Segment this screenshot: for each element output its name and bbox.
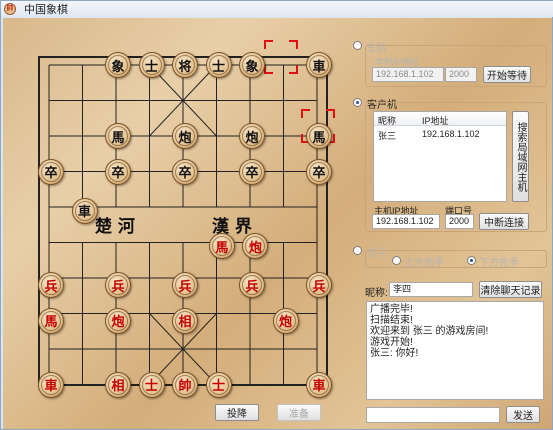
search-lan-hosts-button[interactable]: 搜索局域网主机 xyxy=(512,111,529,202)
nickname-label: 昵称: xyxy=(365,288,388,299)
resign-button[interactable]: 投降 xyxy=(215,404,259,421)
black-piece[interactable]: 士 xyxy=(205,52,232,78)
black-piece[interactable]: 車 xyxy=(71,197,98,224)
top-first-label: 上方先手 xyxy=(404,258,444,269)
red-piece[interactable]: 士 xyxy=(138,371,165,398)
black-piece[interactable]: 馬 xyxy=(105,123,131,149)
app-window: 帥 中国象棋 楚 河 漢 界 象士将士象車馬炮炮馬卒卒卒卒卒車馬炮兵兵兵兵兵馬炮… xyxy=(0,0,553,430)
red-piece[interactable]: 馬 xyxy=(208,233,235,260)
red-piece[interactable]: 車 xyxy=(38,371,64,398)
host-ip-field[interactable]: 192.168.1.102 xyxy=(372,67,444,82)
clear-chat-button[interactable]: 清除聊天记录 xyxy=(479,281,542,298)
chat-message: 游戏开始! xyxy=(370,337,413,348)
client-area: 楚 河 漢 界 象士将士象車馬炮炮馬卒卒卒卒卒車馬炮兵兵兵兵兵馬炮相炮車相士帥士… xyxy=(3,18,552,429)
red-piece[interactable]: 兵 xyxy=(306,272,332,299)
client-mode-radio[interactable] xyxy=(353,98,362,107)
black-piece[interactable]: 卒 xyxy=(239,158,265,185)
host-list[interactable]: 昵称 IP地址 张三 192.168.1.102 xyxy=(373,111,507,202)
chat-log[interactable]: 广播完毕! 扫描结束! 欢迎来到 张三 的游戏房间! 游戏开始! 张三: 你好! xyxy=(366,301,544,400)
red-piece[interactable]: 兵 xyxy=(239,272,265,299)
column-ip[interactable]: IP地址 xyxy=(422,114,449,127)
window-title: 中国象棋 xyxy=(24,4,68,16)
host-row-ip[interactable]: 192.168.1.102 xyxy=(422,129,480,139)
chat-message: 扫描结束! xyxy=(370,315,413,326)
red-piece[interactable]: 炮 xyxy=(272,307,299,334)
black-piece[interactable]: 炮 xyxy=(172,123,198,149)
black-piece[interactable]: 炮 xyxy=(239,123,265,149)
black-piece[interactable]: 象 xyxy=(239,52,265,78)
black-piece[interactable]: 卒 xyxy=(38,158,64,185)
red-piece[interactable]: 相 xyxy=(105,371,131,398)
red-piece[interactable]: 兵 xyxy=(172,272,198,299)
black-piece[interactable]: 車 xyxy=(306,52,332,78)
host-mode-radio[interactable] xyxy=(353,41,362,50)
red-piece[interactable]: 兵 xyxy=(38,272,64,299)
host-port-field[interactable]: 2000 xyxy=(445,67,477,82)
chat-message: 欢迎来到 张三 的游戏房间! xyxy=(370,326,489,337)
red-piece[interactable]: 兵 xyxy=(105,272,131,299)
black-piece[interactable]: 士 xyxy=(138,52,165,78)
title-bar: 帥 中国象棋 xyxy=(1,1,553,17)
ready-button[interactable]: 准备 xyxy=(277,404,321,421)
red-piece[interactable]: 相 xyxy=(172,307,198,334)
disconnect-button[interactable]: 中断连接 xyxy=(479,213,529,230)
chat-input[interactable] xyxy=(366,407,500,423)
bottom-first-label: 下方先手 xyxy=(479,258,519,269)
black-piece[interactable]: 卒 xyxy=(172,158,198,185)
black-piece[interactable]: 将 xyxy=(172,52,198,78)
chat-message: 广播完毕! xyxy=(370,304,413,315)
red-piece[interactable]: 車 xyxy=(306,371,332,398)
host-ip-address-field[interactable]: 192.168.1.102 xyxy=(372,214,440,229)
nickname-field[interactable]: 李四 xyxy=(389,282,473,297)
red-piece[interactable]: 帥 xyxy=(172,371,198,398)
river-label-chu-he: 楚 河 xyxy=(95,217,135,237)
black-piece[interactable]: 馬 xyxy=(306,123,332,149)
chess-app-icon: 帥 xyxy=(4,3,16,15)
column-nickname[interactable]: 昵称 xyxy=(378,114,396,127)
port-field[interactable]: 2000 xyxy=(445,214,474,229)
red-piece[interactable]: 馬 xyxy=(38,307,64,334)
red-piece[interactable]: 士 xyxy=(205,371,232,398)
black-piece[interactable]: 卒 xyxy=(306,158,332,185)
bottom-first-radio[interactable] xyxy=(467,256,476,265)
top-first-radio[interactable] xyxy=(392,256,401,265)
black-piece[interactable]: 象 xyxy=(105,52,131,78)
first-move-radio[interactable] xyxy=(353,246,362,255)
send-button[interactable]: 发送 xyxy=(506,406,540,423)
last-move-marker-from xyxy=(264,40,298,74)
red-piece[interactable]: 炮 xyxy=(105,307,131,334)
chat-message: 张三: 你好! xyxy=(370,348,419,359)
host-row-nickname[interactable]: 张三 xyxy=(378,129,396,142)
start-waiting-button[interactable]: 开始等待 xyxy=(483,66,531,83)
host-list-header: 昵称 IP地址 xyxy=(374,112,506,126)
black-piece[interactable]: 卒 xyxy=(105,158,131,185)
